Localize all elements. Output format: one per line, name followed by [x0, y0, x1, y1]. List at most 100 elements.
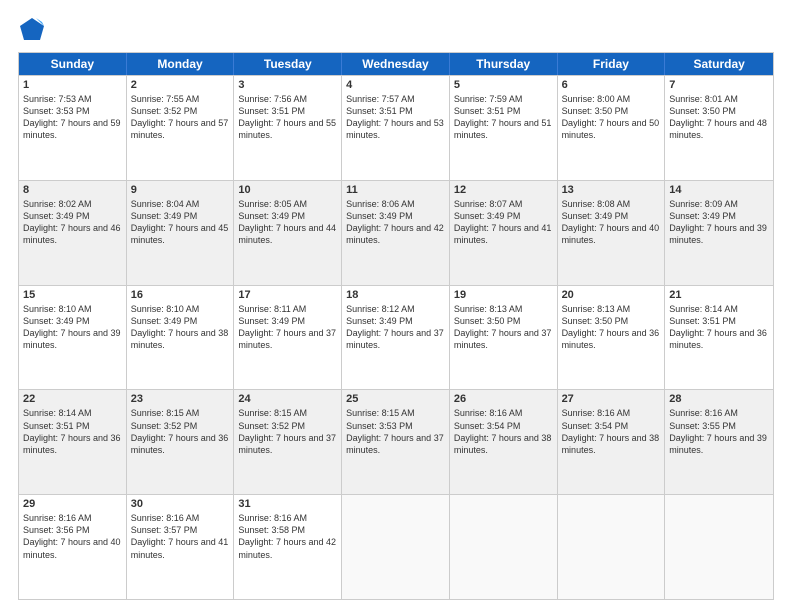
cal-cell: 7 Sunrise: 8:01 AMSunset: 3:50 PMDaylight… — [665, 76, 773, 180]
cell-info: Sunrise: 8:05 AMSunset: 3:49 PMDaylight:… — [238, 198, 337, 247]
cal-row-1: 8 Sunrise: 8:02 AMSunset: 3:49 PMDaylight… — [19, 180, 773, 285]
cell-info: Sunrise: 8:14 AMSunset: 3:51 PMDaylight:… — [669, 303, 769, 352]
day-number: 23 — [131, 393, 230, 405]
header-day-sunday: Sunday — [19, 53, 127, 75]
cal-row-0: 1 Sunrise: 7:53 AMSunset: 3:53 PMDaylight… — [19, 75, 773, 180]
day-number: 2 — [131, 79, 230, 91]
cal-cell: 9 Sunrise: 8:04 AMSunset: 3:49 PMDaylight… — [127, 181, 235, 285]
cell-info: Sunrise: 8:13 AMSunset: 3:50 PMDaylight:… — [454, 303, 553, 352]
cell-info: Sunrise: 7:59 AMSunset: 3:51 PMDaylight:… — [454, 93, 553, 142]
header-day-saturday: Saturday — [665, 53, 773, 75]
day-number: 10 — [238, 184, 337, 196]
cal-cell — [665, 495, 773, 599]
cell-info: Sunrise: 8:12 AMSunset: 3:49 PMDaylight:… — [346, 303, 445, 352]
cal-cell: 28 Sunrise: 8:16 AMSunset: 3:55 PMDayligh… — [665, 390, 773, 494]
cal-cell: 14 Sunrise: 8:09 AMSunset: 3:49 PMDayligh… — [665, 181, 773, 285]
day-number: 15 — [23, 289, 122, 301]
day-number: 19 — [454, 289, 553, 301]
cal-cell: 10 Sunrise: 8:05 AMSunset: 3:49 PMDayligh… — [234, 181, 342, 285]
cal-cell: 11Sunrise: 8:06 AMSunset: 3:49 PMDayligh… — [342, 181, 450, 285]
cell-info: Sunrise: 8:16 AMSunset: 3:54 PMDaylight:… — [454, 407, 553, 456]
header — [18, 16, 774, 44]
cal-cell: 27 Sunrise: 8:16 AMSunset: 3:54 PMDayligh… — [558, 390, 666, 494]
cell-info: Sunrise: 8:09 AMSunset: 3:49 PMDaylight:… — [669, 198, 769, 247]
cal-cell: 4Sunrise: 7:57 AMSunset: 3:51 PMDaylight… — [342, 76, 450, 180]
cal-cell: 16Sunrise: 8:10 AMSunset: 3:49 PMDayligh… — [127, 286, 235, 390]
cal-cell: 18Sunrise: 8:12 AMSunset: 3:49 PMDayligh… — [342, 286, 450, 390]
header-day-monday: Monday — [127, 53, 235, 75]
cal-cell: 30Sunrise: 8:16 AMSunset: 3:57 PMDayligh… — [127, 495, 235, 599]
cell-info: Sunrise: 8:16 AMSunset: 3:57 PMDaylight:… — [131, 512, 230, 561]
day-number: 6 — [562, 79, 661, 91]
cell-info: Sunrise: 8:07 AMSunset: 3:49 PMDaylight:… — [454, 198, 553, 247]
day-number: 26 — [454, 393, 553, 405]
cell-info: Sunrise: 8:08 AMSunset: 3:49 PMDaylight:… — [562, 198, 661, 247]
cell-info: Sunrise: 8:01 AMSunset: 3:50 PMDaylight:… — [669, 93, 769, 142]
cal-cell: 23 Sunrise: 8:15 AMSunset: 3:52 PMDayligh… — [127, 390, 235, 494]
day-number: 16 — [131, 289, 230, 301]
header-day-wednesday: Wednesday — [342, 53, 450, 75]
cal-cell: 5Sunrise: 7:59 AMSunset: 3:51 PMDaylight… — [450, 76, 558, 180]
cal-cell — [558, 495, 666, 599]
cal-row-4: 29 Sunrise: 8:16 AMSunset: 3:56 PMDayligh… — [19, 494, 773, 599]
calendar-body: 1 Sunrise: 7:53 AMSunset: 3:53 PMDaylight… — [19, 75, 773, 599]
cell-info: Sunrise: 8:16 AMSunset: 3:56 PMDaylight:… — [23, 512, 122, 561]
calendar: SundayMondayTuesdayWednesdayThursdayFrid… — [18, 52, 774, 600]
cal-cell: 26 Sunrise: 8:16 AMSunset: 3:54 PMDayligh… — [450, 390, 558, 494]
cell-info: Sunrise: 7:55 AMSunset: 3:52 PMDaylight:… — [131, 93, 230, 142]
day-number: 9 — [131, 184, 230, 196]
cal-cell: 20Sunrise: 8:13 AMSunset: 3:50 PMDayligh… — [558, 286, 666, 390]
cal-cell: 31Sunrise: 8:16 AMSunset: 3:58 PMDayligh… — [234, 495, 342, 599]
cal-cell: 19 Sunrise: 8:13 AMSunset: 3:50 PMDayligh… — [450, 286, 558, 390]
day-number: 28 — [669, 393, 769, 405]
day-number: 13 — [562, 184, 661, 196]
day-number: 24 — [238, 393, 337, 405]
cell-info: Sunrise: 8:04 AMSunset: 3:49 PMDaylight:… — [131, 198, 230, 247]
day-number: 1 — [23, 79, 122, 91]
page: SundayMondayTuesdayWednesdayThursdayFrid… — [0, 0, 792, 612]
day-number: 17 — [238, 289, 337, 301]
cell-info: Sunrise: 8:02 AMSunset: 3:49 PMDaylight:… — [23, 198, 122, 247]
header-day-tuesday: Tuesday — [234, 53, 342, 75]
cell-info: Sunrise: 7:56 AMSunset: 3:51 PMDaylight:… — [238, 93, 337, 142]
cell-info: Sunrise: 8:15 AMSunset: 3:52 PMDaylight:… — [238, 407, 337, 456]
logo — [18, 16, 48, 44]
cal-cell: 2 Sunrise: 7:55 AMSunset: 3:52 PMDaylight… — [127, 76, 235, 180]
cal-cell: 6 Sunrise: 8:00 AMSunset: 3:50 PMDaylight… — [558, 76, 666, 180]
cal-cell: 25Sunrise: 8:15 AMSunset: 3:53 PMDayligh… — [342, 390, 450, 494]
day-number: 21 — [669, 289, 769, 301]
cal-cell: 12 Sunrise: 8:07 AMSunset: 3:49 PMDayligh… — [450, 181, 558, 285]
cal-cell: 15 Sunrise: 8:10 AMSunset: 3:49 PMDayligh… — [19, 286, 127, 390]
cell-info: Sunrise: 7:53 AMSunset: 3:53 PMDaylight:… — [23, 93, 122, 142]
logo-icon — [18, 16, 46, 44]
cell-info: Sunrise: 8:11 AMSunset: 3:49 PMDaylight:… — [238, 303, 337, 352]
cal-row-2: 15 Sunrise: 8:10 AMSunset: 3:49 PMDayligh… — [19, 285, 773, 390]
cal-cell — [450, 495, 558, 599]
cal-cell: 13 Sunrise: 8:08 AMSunset: 3:49 PMDayligh… — [558, 181, 666, 285]
day-number: 7 — [669, 79, 769, 91]
cell-info: Sunrise: 7:57 AMSunset: 3:51 PMDaylight:… — [346, 93, 445, 142]
day-number: 8 — [23, 184, 122, 196]
cal-cell: 21 Sunrise: 8:14 AMSunset: 3:51 PMDayligh… — [665, 286, 773, 390]
cal-cell: 29 Sunrise: 8:16 AMSunset: 3:56 PMDayligh… — [19, 495, 127, 599]
day-number: 27 — [562, 393, 661, 405]
cal-cell: 22Sunrise: 8:14 AMSunset: 3:51 PMDayligh… — [19, 390, 127, 494]
cal-cell: 8 Sunrise: 8:02 AMSunset: 3:49 PMDaylight… — [19, 181, 127, 285]
cal-row-3: 22Sunrise: 8:14 AMSunset: 3:51 PMDayligh… — [19, 389, 773, 494]
cell-info: Sunrise: 8:15 AMSunset: 3:53 PMDaylight:… — [346, 407, 445, 456]
cal-cell: 1 Sunrise: 7:53 AMSunset: 3:53 PMDaylight… — [19, 76, 127, 180]
cell-info: Sunrise: 8:16 AMSunset: 3:54 PMDaylight:… — [562, 407, 661, 456]
cell-info: Sunrise: 8:10 AMSunset: 3:49 PMDaylight:… — [23, 303, 122, 352]
cell-info: Sunrise: 8:15 AMSunset: 3:52 PMDaylight:… — [131, 407, 230, 456]
cell-info: Sunrise: 8:00 AMSunset: 3:50 PMDaylight:… — [562, 93, 661, 142]
calendar-header: SundayMondayTuesdayWednesdayThursdayFrid… — [19, 53, 773, 75]
day-number: 14 — [669, 184, 769, 196]
cell-info: Sunrise: 8:13 AMSunset: 3:50 PMDaylight:… — [562, 303, 661, 352]
day-number: 29 — [23, 498, 122, 510]
cal-cell — [342, 495, 450, 599]
cell-info: Sunrise: 8:16 AMSunset: 3:55 PMDaylight:… — [669, 407, 769, 456]
cal-cell: 24 Sunrise: 8:15 AMSunset: 3:52 PMDayligh… — [234, 390, 342, 494]
header-day-thursday: Thursday — [450, 53, 558, 75]
day-number: 12 — [454, 184, 553, 196]
day-number: 11 — [346, 184, 445, 196]
